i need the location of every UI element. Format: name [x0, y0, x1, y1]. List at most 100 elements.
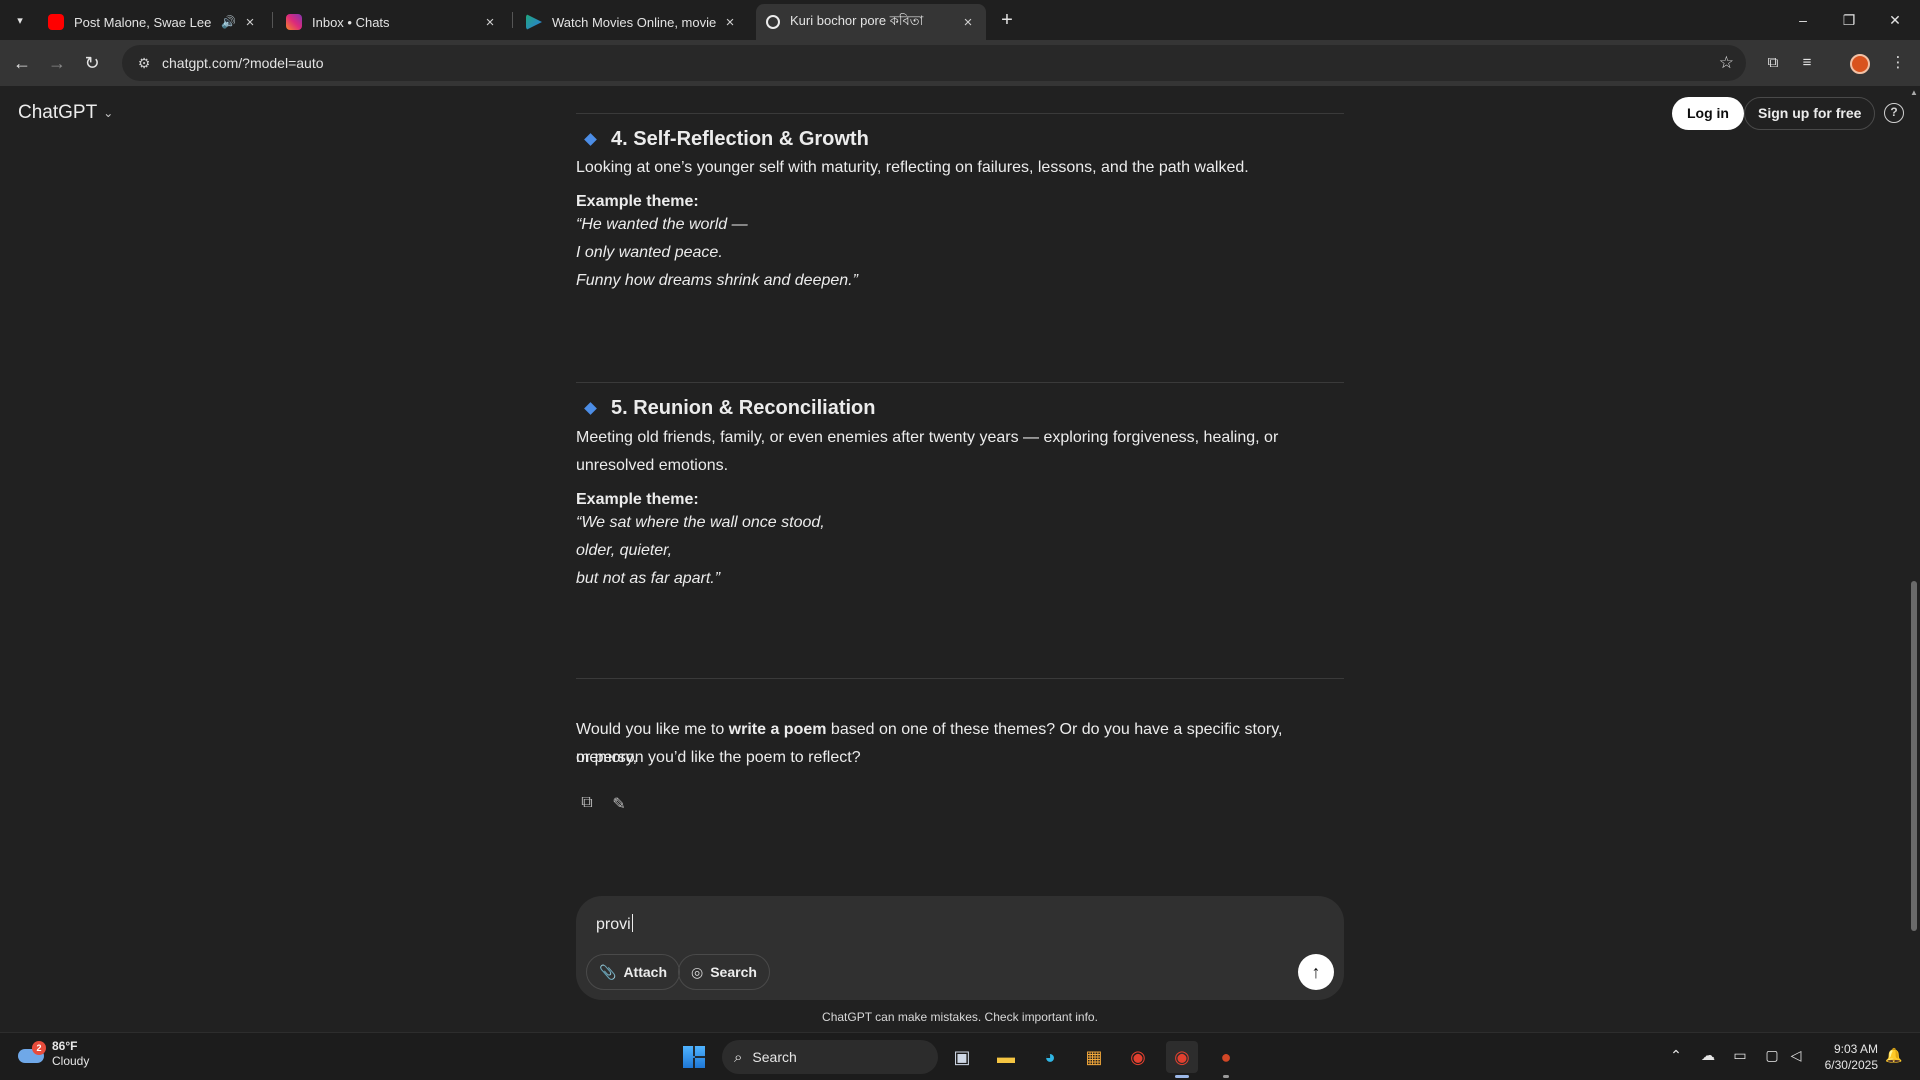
close-window-button[interactable]: ✕ [1872, 0, 1918, 40]
attach-label: Attach [623, 964, 667, 980]
media-controls-icon[interactable]: ≡ [1796, 52, 1818, 74]
active-app-indicator [1175, 1075, 1189, 1078]
section-body: unresolved emotions. [576, 457, 729, 474]
minimize-button[interactable]: – [1780, 0, 1826, 40]
close-icon[interactable]: × [960, 14, 976, 31]
file-explorer-icon[interactable]: ▬ [990, 1041, 1022, 1073]
search-button[interactable]: ◎ Search [678, 954, 770, 990]
back-icon[interactable]: ← [8, 49, 36, 77]
model-switcher[interactable]: ChatGPT ⌄ [18, 102, 113, 124]
poem-line: “He wanted the world — [576, 216, 748, 233]
tab-title: Inbox • Chats [312, 14, 390, 30]
text-caret [631, 914, 633, 932]
youtube-icon [48, 14, 64, 30]
powerpoint-icon[interactable]: ● [1210, 1041, 1242, 1073]
forward-icon[interactable]: → [43, 49, 71, 77]
tab-movies[interactable]: Watch Movies Online, movies s × [516, 4, 748, 40]
keyboard-icon[interactable]: ▭ [1730, 1047, 1750, 1064]
play-icon [526, 14, 542, 30]
notification-bell-icon[interactable]: 🔔 [1884, 1047, 1904, 1064]
closing-question-line2: or person you’d like the poem to reflect… [576, 749, 861, 766]
restore-button[interactable]: ❐ [1826, 0, 1872, 40]
extensions-icon[interactable]: ⧉ [1762, 52, 1784, 74]
paperclip-icon: 📎 [599, 963, 617, 980]
search-label: Search [710, 964, 757, 980]
edge-icon[interactable]: ◕ [1034, 1041, 1066, 1073]
temperature: 86°F [52, 1039, 78, 1053]
new-tab-button[interactable]: + [995, 8, 1019, 32]
task-view-icon[interactable]: ▣ [946, 1041, 978, 1073]
heading-text: 5. Reunion & Reconciliation [611, 397, 876, 419]
text-fragment: Would you like me to [576, 721, 729, 738]
scroll-thumb[interactable] [1911, 581, 1917, 931]
login-button[interactable]: Log in [1672, 97, 1744, 130]
profile-avatar[interactable] [1850, 54, 1870, 74]
poem-line: Funny how dreams shrink and deepen.” [576, 272, 858, 289]
tab-title: Kuri bochor pore কবিতা [790, 12, 924, 28]
tab-youtube[interactable]: Post Malone, Swae Lee - Su 🔊 × [38, 4, 268, 40]
reload-icon[interactable]: ↻ [78, 49, 106, 77]
chrome-icon[interactable]: ◉ [1122, 1041, 1154, 1073]
globe-icon: ◎ [691, 963, 704, 980]
speaker-icon[interactable]: 🔊 [221, 15, 236, 29]
instagram-icon [286, 14, 302, 30]
taskbar-search[interactable]: ⌕ Search [722, 1040, 938, 1074]
divider [576, 678, 1344, 679]
brand-name: ChatGPT [18, 102, 98, 123]
edit-icon[interactable]: ✎ [608, 794, 630, 816]
tab-separator [272, 12, 273, 28]
send-button[interactable]: ↑ [1298, 954, 1334, 990]
chevron-up-icon[interactable]: ⌃ [1666, 1047, 1686, 1064]
section-body: Looking at one’s younger self with matur… [576, 159, 1249, 176]
weather-widget[interactable]: 2 86°F Cloudy [16, 1039, 89, 1069]
section-heading: 4. Self-Reflection & Growth [584, 128, 869, 151]
bookmark-star-icon[interactable]: ☆ [1719, 53, 1734, 73]
tab-chatgpt[interactable]: Kuri bochor pore কবিতা × [756, 4, 986, 40]
tab-instagram[interactable]: Inbox • Chats × [276, 4, 508, 40]
date: 6/30/2025 [1824, 1058, 1878, 1072]
browser-tab-strip: ▾ Post Malone, Swae Lee - Su 🔊 × Inbox •… [0, 0, 1920, 40]
attach-button[interactable]: 📎 Attach [586, 954, 680, 990]
onedrive-offline-icon[interactable]: ☁ [1698, 1047, 1718, 1064]
menu-kebab-icon[interactable]: ⋮ [1887, 52, 1909, 74]
store-icon[interactable]: ▦ [1078, 1041, 1110, 1073]
scroll-up-arrow-icon[interactable]: ▲ [1910, 88, 1918, 97]
notification-badge: 2 [32, 1041, 46, 1055]
browser-toolbar: ← → ↻ ⚙ chatgpt.com/?model=auto ☆ ⧉ ≡ ⋮ [0, 40, 1920, 86]
chrome-profile-icon[interactable]: ◉ [1166, 1041, 1198, 1073]
address-bar[interactable]: ⚙ chatgpt.com/?model=auto ☆ [122, 45, 1746, 81]
site-info-icon[interactable]: ⚙ [128, 55, 160, 72]
volume-icon[interactable]: ◁ [1786, 1047, 1806, 1064]
prompt-value: provi [596, 916, 631, 933]
network-icon[interactable]: ▢ [1762, 1047, 1782, 1064]
cloud-icon: 2 [16, 1041, 46, 1065]
divider [576, 113, 1344, 114]
windows-start-icon[interactable] [678, 1041, 710, 1073]
bold-text: write a poem [728, 721, 827, 738]
tab-search-button[interactable]: ▾ [6, 8, 34, 32]
scrollbar[interactable]: ▲ [1908, 86, 1920, 1032]
example-label: Example theme: [576, 193, 699, 210]
signup-button[interactable]: Sign up for free [1744, 97, 1876, 130]
example-label: Example theme: [576, 491, 699, 508]
chatgpt-logo-icon [766, 15, 780, 29]
prompt-input[interactable]: provi [596, 914, 633, 934]
tab-title: Watch Movies Online, movies s [552, 14, 716, 30]
divider [576, 382, 1344, 383]
url-text[interactable]: chatgpt.com/?model=auto [162, 55, 324, 71]
copy-icon[interactable]: ⧉ [576, 794, 598, 816]
chevron-down-icon: ▾ [17, 14, 23, 27]
poem-line: I only wanted peace. [576, 244, 723, 261]
diamond-icon [584, 133, 597, 146]
close-icon[interactable]: × [242, 14, 258, 31]
chatgpt-page: ChatGPT ⌄ Log in Sign up for free ? 4. S… [0, 86, 1920, 1032]
composer[interactable]: provi 📎 Attach ◎ Search ↑ [576, 896, 1344, 1000]
close-icon[interactable]: × [482, 14, 498, 31]
help-icon[interactable]: ? [1884, 103, 1904, 123]
close-icon[interactable]: × [722, 14, 738, 31]
search-icon: ⌕ [734, 1048, 743, 1066]
poem-line: “We sat where the wall once stood, [576, 514, 825, 531]
tab-separator [512, 12, 513, 28]
system-clock[interactable]: 9:03 AM 6/30/2025 [1818, 1041, 1878, 1073]
disclaimer: ChatGPT can make mistakes. Check importa… [822, 1010, 1098, 1024]
